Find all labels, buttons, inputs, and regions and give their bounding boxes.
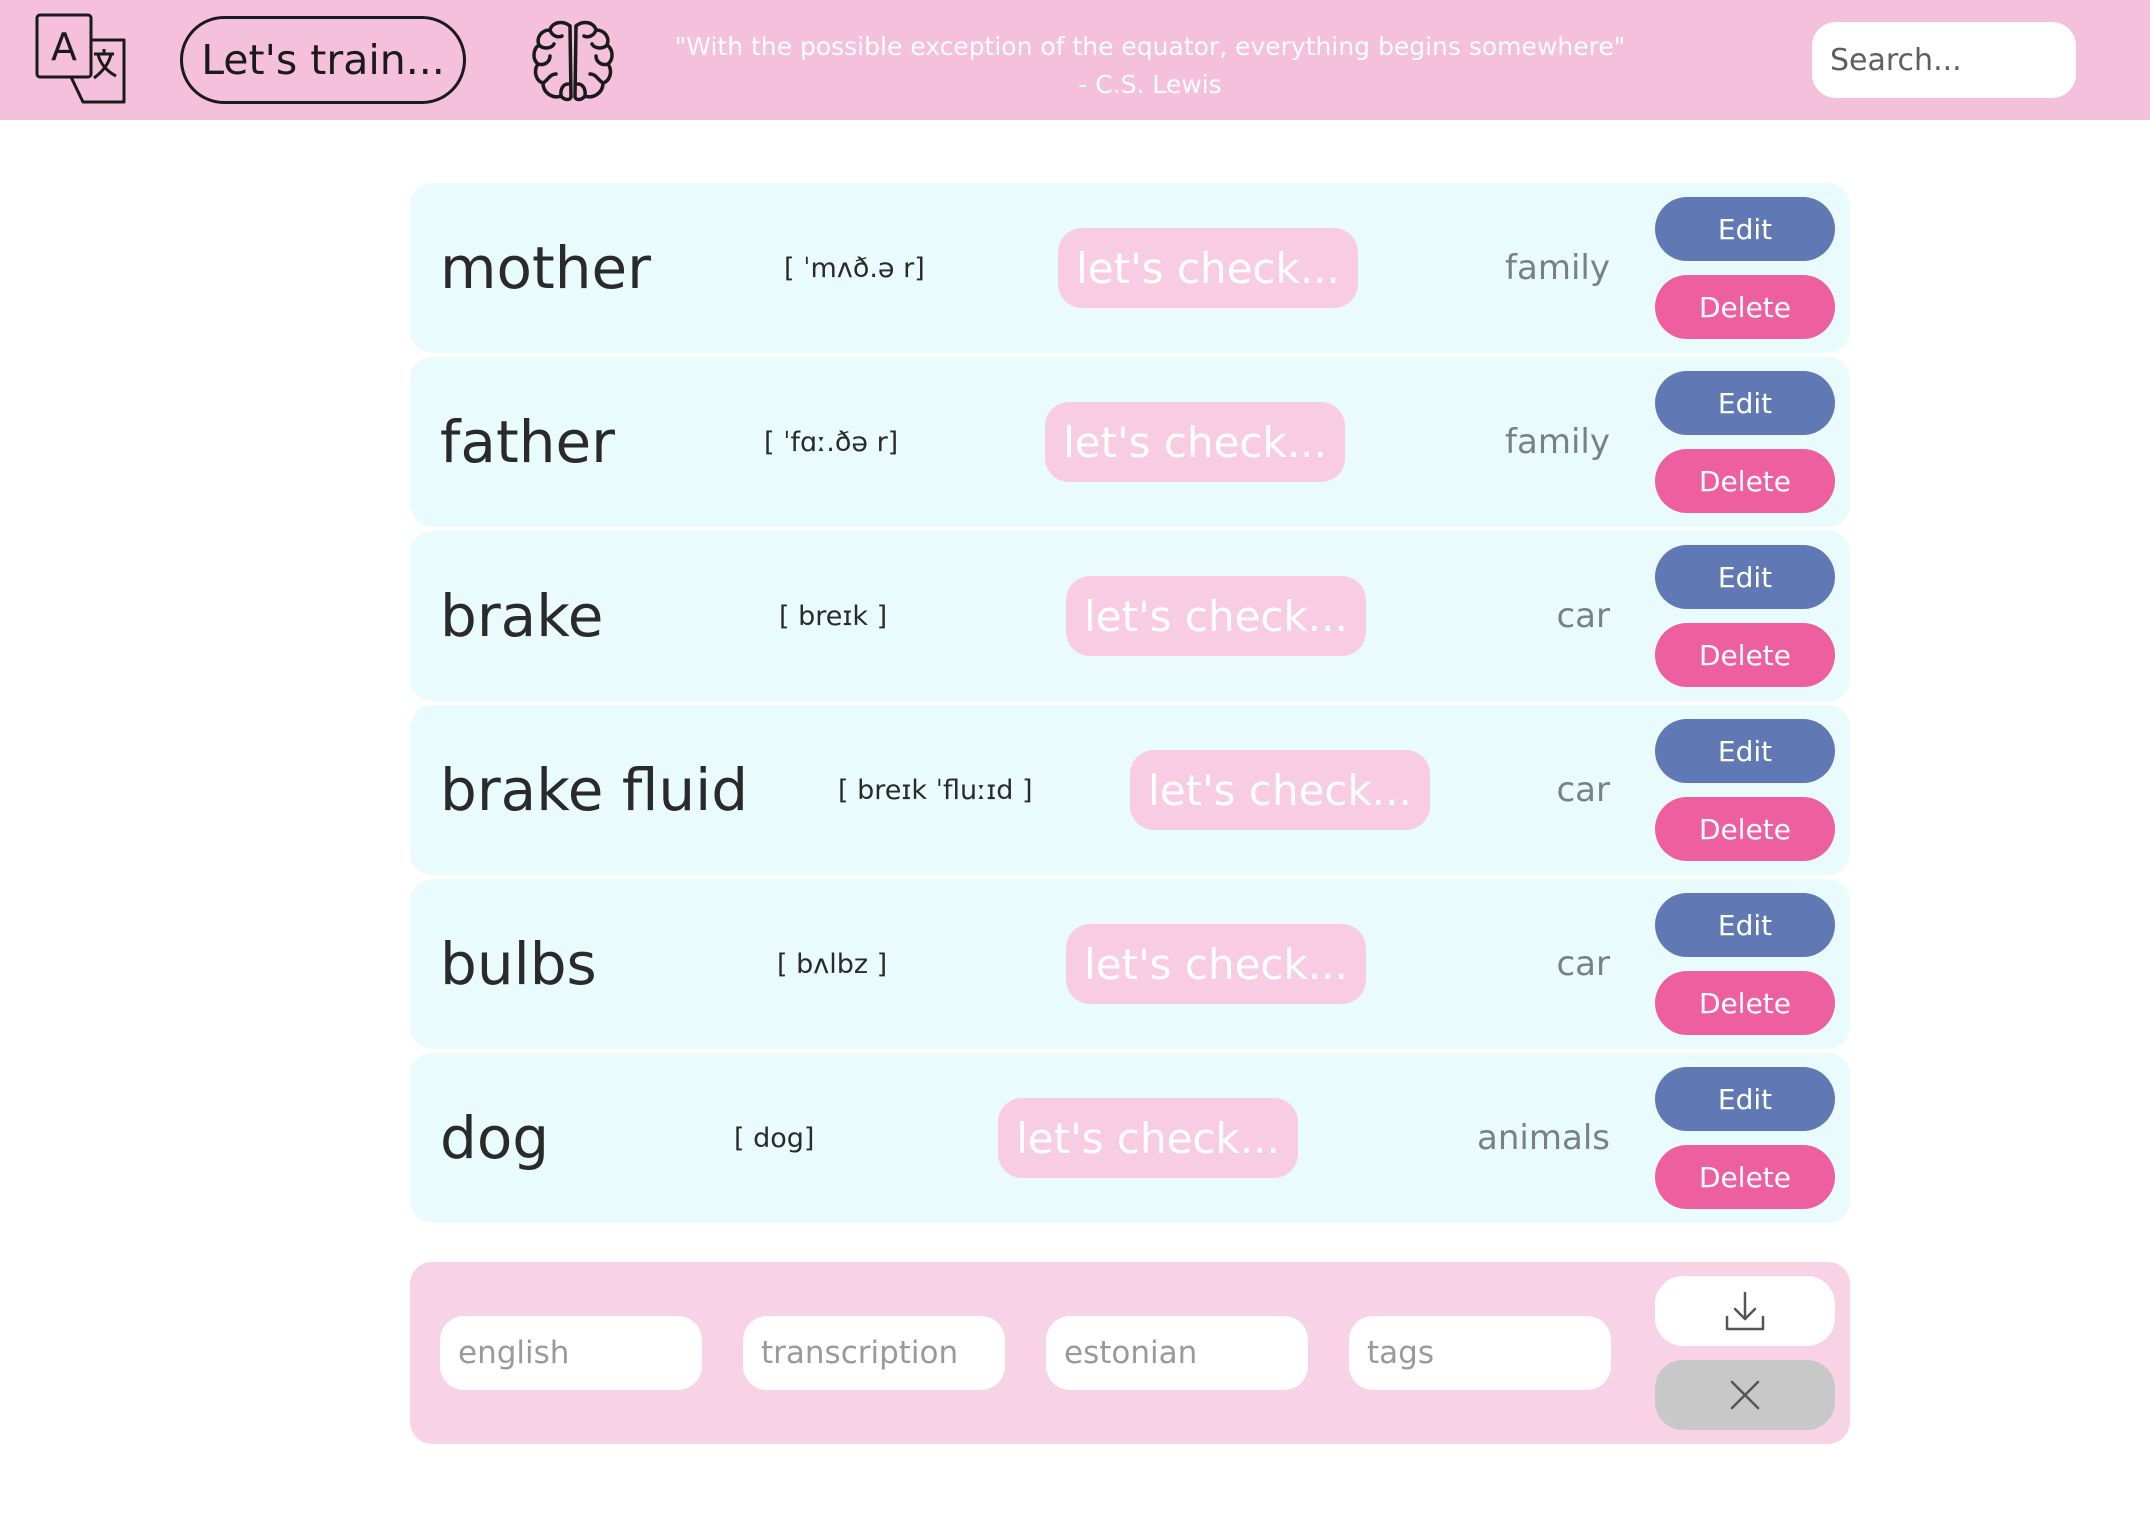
edit-button[interactable]: Edit [1655,371,1835,435]
check-button[interactable]: let's check... [1066,924,1366,1004]
check-button[interactable]: let's check... [1130,750,1430,830]
word-transcription: [ bʌlbz ] [777,948,888,980]
clear-button[interactable] [1655,1360,1835,1430]
word-tag: car [1556,596,1610,636]
word-row: brake [ breɪk ] let's check... car Edit … [410,531,1850,701]
word-tag: family [1505,248,1610,288]
svg-text:A: A [51,25,77,69]
train-button[interactable]: Let's train... [180,16,466,104]
search-input[interactable] [1812,22,2076,98]
check-button[interactable]: let's check... [1045,402,1345,482]
translate-icon[interactable]: A [34,12,128,106]
delete-button[interactable]: Delete [1655,623,1835,687]
delete-button[interactable]: Delete [1655,449,1835,513]
quote: "With the possible exception of the equa… [640,28,1660,104]
edit-button[interactable]: Edit [1655,197,1835,261]
word-tag: car [1556,944,1610,984]
word-transcription: [ breɪk ˈfluːɪd ] [838,774,1033,806]
word-transcription: [ dog] [734,1122,815,1154]
edit-button[interactable]: Edit [1655,719,1835,783]
word-row: dog [ dog] let's check... animals Edit D… [410,1053,1850,1223]
word-row: father [ ˈfɑː.ðə r] let's check... famil… [410,357,1850,527]
word-english: brake fluid [440,756,749,824]
check-button[interactable]: let's check... [998,1098,1298,1178]
word-row: brake fluid [ breɪk ˈfluːɪd ] let's chec… [410,705,1850,875]
close-icon [1730,1380,1760,1410]
word-row: mother [ ˈmʌð.ə r] let's check... family… [410,183,1850,353]
estonian-input[interactable] [1046,1316,1308,1390]
word-transcription: [ ˈfɑː.ðə r] [764,426,899,458]
word-tag: car [1556,770,1610,810]
check-button[interactable]: let's check... [1066,576,1366,656]
transcription-input[interactable] [743,1316,1005,1390]
header: A Let's train... "With the possible exce… [0,0,2150,120]
edit-button[interactable]: Edit [1655,893,1835,957]
delete-button[interactable]: Delete [1655,1145,1835,1209]
word-english: mother [440,234,652,302]
word-transcription: [ breɪk ] [779,600,888,632]
word-english: brake [440,582,604,650]
word-transcription: [ ˈmʌð.ə r] [784,252,925,284]
word-english: bulbs [440,930,597,998]
english-input[interactable] [440,1316,702,1390]
download-icon [1725,1291,1765,1331]
quote-text: "With the possible exception of the equa… [674,32,1626,61]
quote-author: - C.S. Lewis [1078,70,1222,99]
add-word-form [410,1262,1850,1444]
edit-button[interactable]: Edit [1655,1067,1835,1131]
word-tag: family [1505,422,1610,462]
word-tag: animals [1477,1118,1610,1158]
brain-icon[interactable] [530,18,616,104]
delete-button[interactable]: Delete [1655,275,1835,339]
edit-button[interactable]: Edit [1655,545,1835,609]
tags-input[interactable] [1349,1316,1611,1390]
word-english: father [440,408,615,476]
save-button[interactable] [1655,1276,1835,1346]
check-button[interactable]: let's check... [1058,228,1358,308]
delete-button[interactable]: Delete [1655,971,1835,1035]
word-row: bulbs [ bʌlbz ] let's check... car Edit … [410,879,1850,1049]
delete-button[interactable]: Delete [1655,797,1835,861]
word-english: dog [440,1104,550,1172]
